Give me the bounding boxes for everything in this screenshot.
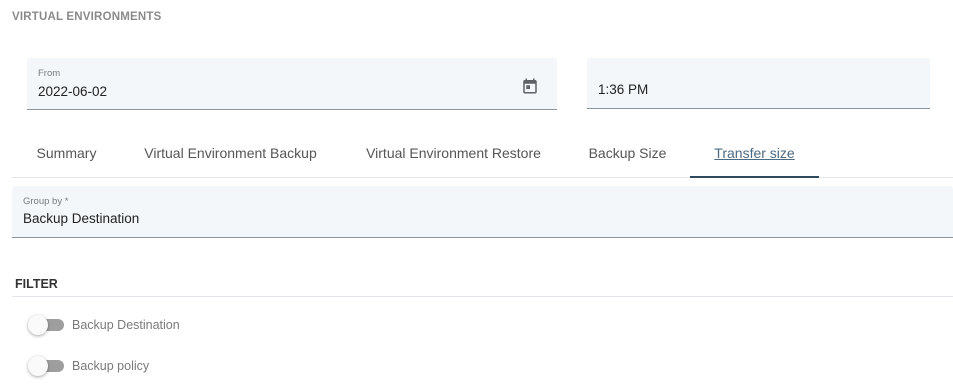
filter-divider [12, 296, 953, 297]
backup-policy-toggle-label: Backup policy [72, 359, 150, 373]
toggle-thumb[interactable] [28, 315, 48, 335]
tab-virtual-environment-restore[interactable]: Virtual Environment Restore [340, 129, 567, 177]
report-tabs: Summary Virtual Environment Backup Virtu… [12, 129, 953, 178]
group-by-select[interactable]: Group by * Backup Destination [12, 186, 953, 238]
tab-transfer-size[interactable]: Transfer size [690, 129, 819, 178]
group-by-value[interactable]: Backup Destination [23, 211, 139, 226]
section-title: VIRTUAL ENVIRONMENTS [12, 11, 162, 23]
from-date-field[interactable]: From 2022-06-02 [27, 58, 557, 110]
from-date-label: From [38, 68, 61, 79]
tab-backup-size[interactable]: Backup Size [567, 129, 688, 177]
from-date-value[interactable]: 2022-06-02 [38, 84, 107, 99]
time-field[interactable]: 1:36 PM [587, 58, 930, 109]
tab-summary[interactable]: Summary [12, 129, 121, 177]
backup-destination-toggle-label: Backup Destination [72, 318, 180, 332]
filter-heading: FILTER [15, 277, 58, 291]
group-by-label: Group by * [23, 196, 69, 207]
backup-destination-toggle[interactable] [28, 314, 64, 336]
toggle-thumb[interactable] [28, 356, 48, 376]
tab-virtual-environment-backup[interactable]: Virtual Environment Backup [121, 129, 340, 177]
time-value[interactable]: 1:36 PM [598, 82, 648, 97]
calendar-icon[interactable] [521, 77, 539, 95]
backup-policy-toggle[interactable] [28, 355, 64, 377]
